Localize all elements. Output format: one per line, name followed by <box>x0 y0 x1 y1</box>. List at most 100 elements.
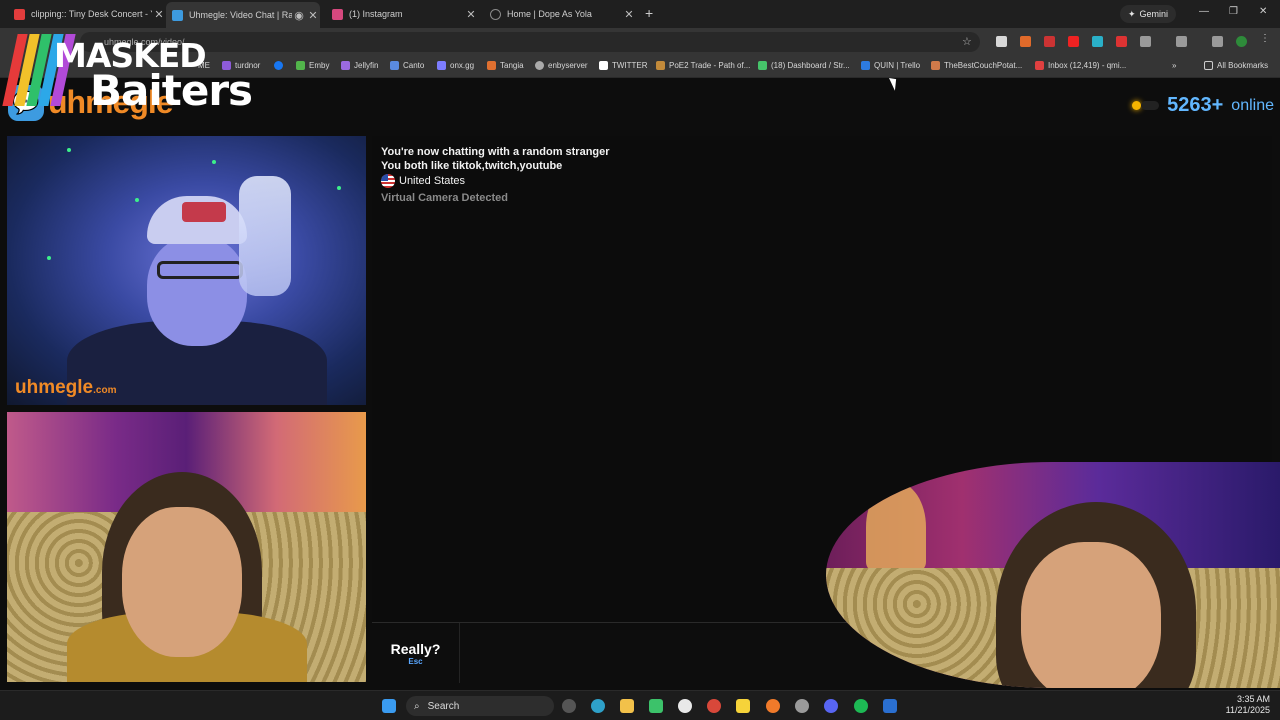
uhmegle-icon <box>172 9 183 21</box>
system-clock[interactable]: 3:35 AM 11/21/2025 <box>1226 694 1270 716</box>
app-icon[interactable] <box>707 699 721 713</box>
tangia-icon <box>487 61 496 70</box>
gmail-icon <box>1035 61 1044 70</box>
bookmark-item[interactable]: Tangia <box>487 61 524 70</box>
poe-icon <box>656 61 665 70</box>
bookmark-label: Jellyfin <box>354 61 379 70</box>
gemini-button[interactable]: ✦ Gemini <box>1120 5 1177 23</box>
file-explorer-icon[interactable] <box>620 699 634 713</box>
tab-title: (1) Instagram <box>349 9 403 19</box>
windows-taskbar: ⌕ Search 3:35 AM 11/21/2025 <box>0 690 1280 720</box>
extension-icon[interactable] <box>996 36 1007 47</box>
extension-icon[interactable] <box>1020 36 1031 47</box>
bookmark-item[interactable]: Emby <box>296 61 329 70</box>
stranger-cap-patch <box>182 202 226 222</box>
light-speck <box>135 198 139 202</box>
sticky-notes-icon[interactable] <box>736 699 750 713</box>
youtube-icon <box>14 8 25 20</box>
bookmark-item[interactable] <box>274 61 287 70</box>
bookmark-label: onx.gg <box>450 61 475 70</box>
common-interests-message: You both like tiktok,twitch,youtube <box>381 160 563 172</box>
bookmark-label: Emby <box>309 61 330 70</box>
bookmark-item[interactable]: TWITTER <box>599 61 648 70</box>
bookmark-item[interactable]: PoE2 Trade - Path of... <box>656 61 750 70</box>
close-icon[interactable]: ✕ <box>306 9 320 22</box>
close-icon[interactable]: ✕ <box>464 8 478 21</box>
x-icon <box>599 61 608 70</box>
all-bookmarks-button[interactable]: All Bookmarks <box>1204 61 1268 70</box>
taskbar-search[interactable]: ⌕ Search <box>406 696 554 716</box>
app-icon[interactable] <box>649 699 663 713</box>
tab-uhmegle[interactable]: Uhmegle: Video Chat | Ran ◉ ✕ <box>166 2 320 28</box>
online-count: 5263+ <box>1167 94 1224 116</box>
bookmark-label: TheBestCouchPotat... <box>944 61 1023 70</box>
light-speck <box>67 148 71 152</box>
skip-button[interactable]: Really? Esc <box>372 623 460 683</box>
virtual-camera-notice: Virtual Camera Detected <box>381 192 508 204</box>
bookmark-item[interactable]: Canto <box>390 61 424 70</box>
window-close-button[interactable]: ✕ <box>1259 6 1267 17</box>
bookmark-label: PoE2 Trade - Path of... <box>669 61 751 70</box>
watermark-text: uhmegle <box>15 377 94 398</box>
bookmark-item[interactable]: (18) Dashboard / Str... <box>758 61 850 70</box>
streamer-webcam-overlay <box>826 462 1280 688</box>
tab-tiny-desk[interactable]: clipping:: Tiny Desk Concert - Y ✕ <box>8 2 166 26</box>
media-icon[interactable] <box>1176 36 1187 47</box>
theme-toggle[interactable] <box>1141 101 1160 110</box>
close-icon[interactable]: ✕ <box>622 8 636 21</box>
puzzle-icon[interactable] <box>1140 36 1151 47</box>
extension-icon[interactable] <box>1092 36 1103 47</box>
bookmark-item[interactable]: onx.gg <box>437 61 474 70</box>
new-tab-button[interactable]: + <box>645 5 653 21</box>
lamp <box>866 482 926 572</box>
bookmark-label: (18) Dashboard / Str... <box>771 61 850 70</box>
online-label: online <box>1231 96 1274 114</box>
tab-title: Uhmegle: Video Chat | Ran <box>189 10 292 20</box>
bookmark-label: enbyserver <box>548 61 588 70</box>
bookmark-item[interactable]: Inbox (12,419) - qmi... <box>1035 61 1126 70</box>
profile-avatar[interactable] <box>1236 36 1247 47</box>
bookmark-icon <box>931 61 940 70</box>
gemini-label: Gemini <box>1139 9 1169 19</box>
chat-messages: You're now chatting with a random strang… <box>381 145 610 205</box>
skip-label: Really? <box>390 640 441 657</box>
loading-icon <box>490 8 501 20</box>
copilot-icon[interactable] <box>562 699 576 713</box>
bookmark-item[interactable]: TheBestCouchPotat... <box>931 61 1022 70</box>
tab-dope-as-yola[interactable]: Home | Dope As Yola ✕ <box>484 2 636 26</box>
sparkle-icon: ✦ <box>1128 8 1136 19</box>
maximize-button[interactable]: ❐ <box>1229 6 1238 17</box>
self-video <box>7 412 366 682</box>
extension-icon[interactable] <box>1044 36 1055 47</box>
discord-icon[interactable] <box>824 699 838 713</box>
app-icon[interactable] <box>795 699 809 713</box>
bookmark-item[interactable]: QUIN | Trello <box>861 61 920 70</box>
firefox-icon[interactable] <box>766 699 780 713</box>
skip-shortcut: Esc <box>408 656 423 666</box>
canto-icon <box>390 61 399 70</box>
theme-toggle-icon[interactable] <box>1132 101 1142 110</box>
tab-instagram[interactable]: (1) Instagram ✕ <box>326 2 478 26</box>
folder-icon <box>1204 61 1213 70</box>
self-face <box>122 507 242 657</box>
stranger-face <box>147 236 247 346</box>
bookmark-star-icon[interactable]: ☆ <box>962 35 972 48</box>
jellyfin-icon <box>341 61 350 70</box>
spotify-icon[interactable] <box>854 699 868 713</box>
all-bookmarks-label: All Bookmarks <box>1217 61 1269 70</box>
bookmark-item[interactable]: enbyserver <box>535 61 588 70</box>
close-icon[interactable]: ✕ <box>152 8 166 21</box>
chrome-icon[interactable] <box>678 699 692 713</box>
menu-icon[interactable]: ⋮ <box>1260 33 1271 44</box>
reading-list-icon[interactable] <box>1212 36 1223 47</box>
edge-icon[interactable] <box>591 699 605 713</box>
bookmark-item[interactable]: Jellyfin <box>341 61 378 70</box>
extension-icon[interactable] <box>1116 36 1127 47</box>
start-icon[interactable] <box>382 699 396 713</box>
bookmarks-overflow-button[interactable]: » <box>1172 61 1176 70</box>
minimize-button[interactable]: — <box>1199 6 1209 17</box>
extension-icon[interactable] <box>1068 36 1079 47</box>
app-icon[interactable] <box>883 699 897 713</box>
light-speck <box>212 160 216 164</box>
browser-tab-strip: clipping:: Tiny Desk Concert - Y ✕ Uhmeg… <box>0 0 1280 28</box>
